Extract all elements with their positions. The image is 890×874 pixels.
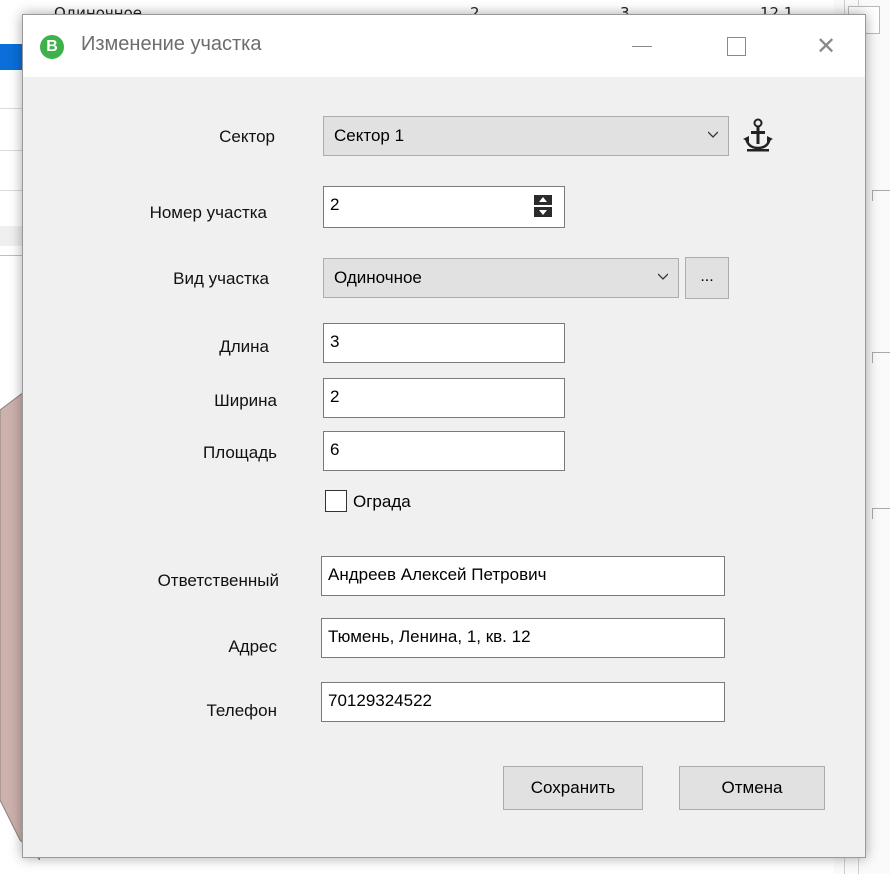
sector-label: Сектор: [219, 127, 275, 146]
close-button[interactable]: ✕: [803, 27, 849, 65]
phone-value: 70129324522: [328, 691, 433, 710]
area-value: 6: [330, 440, 340, 459]
fence-checkbox[interactable]: [325, 490, 347, 512]
responsible-label: Ответственный: [157, 571, 279, 590]
address-input[interactable]: Тюмень, Ленина, 1, кв. 12: [321, 618, 725, 658]
chevron-down-icon: [658, 273, 668, 280]
sector-value: Сектор 1: [334, 126, 405, 145]
chevron-down-icon: [708, 131, 718, 138]
width-label: Ширина: [214, 391, 277, 410]
width-value: 2: [330, 387, 340, 406]
plot-type-label: Вид участка: [173, 269, 269, 288]
plot-number-label: Номер участка: [149, 203, 267, 222]
background-tick: [872, 508, 890, 519]
minimize-icon: [632, 45, 652, 47]
app-logo-icon: B: [40, 35, 64, 59]
plot-number-value: 2: [330, 195, 340, 214]
spin-up-icon[interactable]: [534, 195, 552, 205]
address-value: Тюмень, Ленина, 1, кв. 12: [328, 627, 531, 646]
area-input[interactable]: 6: [323, 431, 565, 471]
maximize-button[interactable]: [713, 27, 759, 65]
window-title: Изменение участка: [81, 33, 262, 55]
spin-down-icon[interactable]: [534, 207, 552, 217]
background-tick: [872, 190, 890, 201]
minimize-button[interactable]: [619, 27, 665, 65]
length-label: Длина: [219, 337, 269, 356]
responsible-value: Андреев Алексей Петрович: [328, 565, 547, 584]
close-icon: ✕: [815, 32, 837, 60]
plot-type-dropdown[interactable]: Одиночное: [323, 258, 679, 298]
width-input[interactable]: 2: [323, 378, 565, 418]
spin-buttons: [534, 195, 552, 217]
save-button[interactable]: Сохранить: [503, 766, 643, 810]
phone-input[interactable]: 70129324522: [321, 682, 725, 722]
responsible-input[interactable]: Андреев Алексей Петрович: [321, 556, 725, 596]
anchor-icon[interactable]: [743, 118, 773, 152]
length-value: 3: [330, 332, 340, 351]
plot-number-stepper[interactable]: 2: [323, 186, 565, 228]
background-tick: [872, 352, 890, 363]
plot-type-value: Одиночное: [334, 268, 422, 287]
fence-label[interactable]: Ограда: [353, 492, 411, 512]
cancel-button[interactable]: Отмена: [679, 766, 825, 810]
sector-dropdown[interactable]: Сектор 1: [323, 116, 729, 156]
phone-label: Телефон: [206, 701, 277, 720]
address-label: Адрес: [228, 637, 277, 656]
area-label: Площадь: [202, 443, 277, 462]
length-input[interactable]: 3: [323, 323, 565, 363]
maximize-icon: [726, 36, 746, 56]
title-bar[interactable]: B Изменение участка ✕: [23, 15, 865, 77]
plot-type-browse-button[interactable]: ...: [685, 257, 729, 299]
edit-plot-dialog: B Изменение участка ✕ Сектор Сектор 1 Но…: [22, 14, 866, 858]
